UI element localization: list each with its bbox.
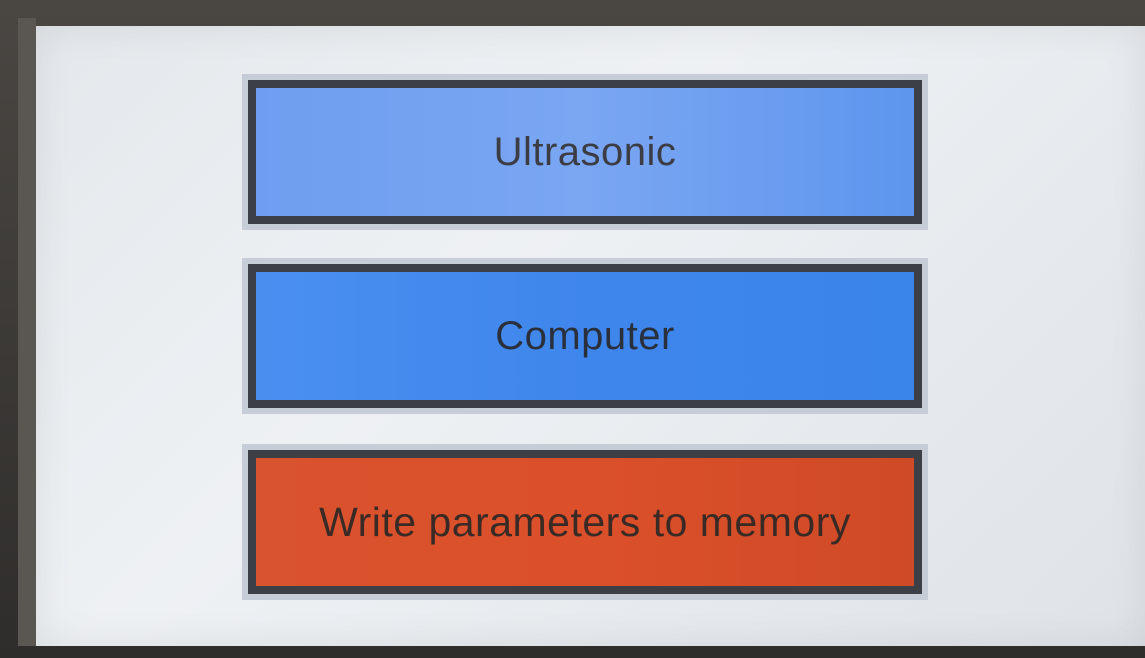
computer-button-frame: Computer — [242, 258, 928, 414]
ultrasonic-button-label: Ultrasonic — [493, 129, 677, 174]
ultrasonic-button[interactable]: Ultrasonic — [248, 80, 922, 224]
write-parameters-button[interactable]: Write parameters to memory — [248, 450, 922, 594]
write-parameters-button-label: Write parameters to memory — [319, 498, 851, 545]
write-parameters-button-frame: Write parameters to memory — [242, 444, 928, 600]
ultrasonic-button-frame: Ultrasonic — [242, 74, 928, 230]
computer-button[interactable]: Computer — [248, 264, 922, 408]
screen-edge — [18, 18, 36, 646]
computer-button-label: Computer — [495, 313, 675, 358]
